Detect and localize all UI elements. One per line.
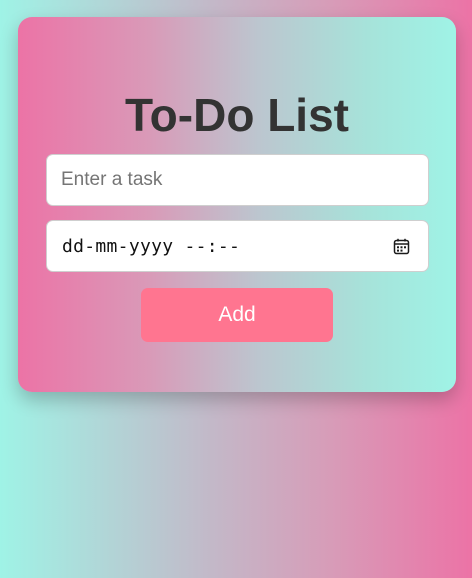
task-field-wrapper xyxy=(46,154,429,206)
task-input[interactable] xyxy=(47,155,428,205)
add-button[interactable]: Add xyxy=(141,288,333,342)
datetime-display: dd-mm-yyyy --:-- xyxy=(62,235,241,257)
todo-card: To-Do List dd-mm-yyyy --:-- Add xyxy=(18,17,456,392)
datetime-input[interactable]: dd-mm-yyyy --:-- xyxy=(46,220,429,272)
page-title: To-Do List xyxy=(125,89,349,141)
calendar-icon[interactable] xyxy=(392,237,410,255)
